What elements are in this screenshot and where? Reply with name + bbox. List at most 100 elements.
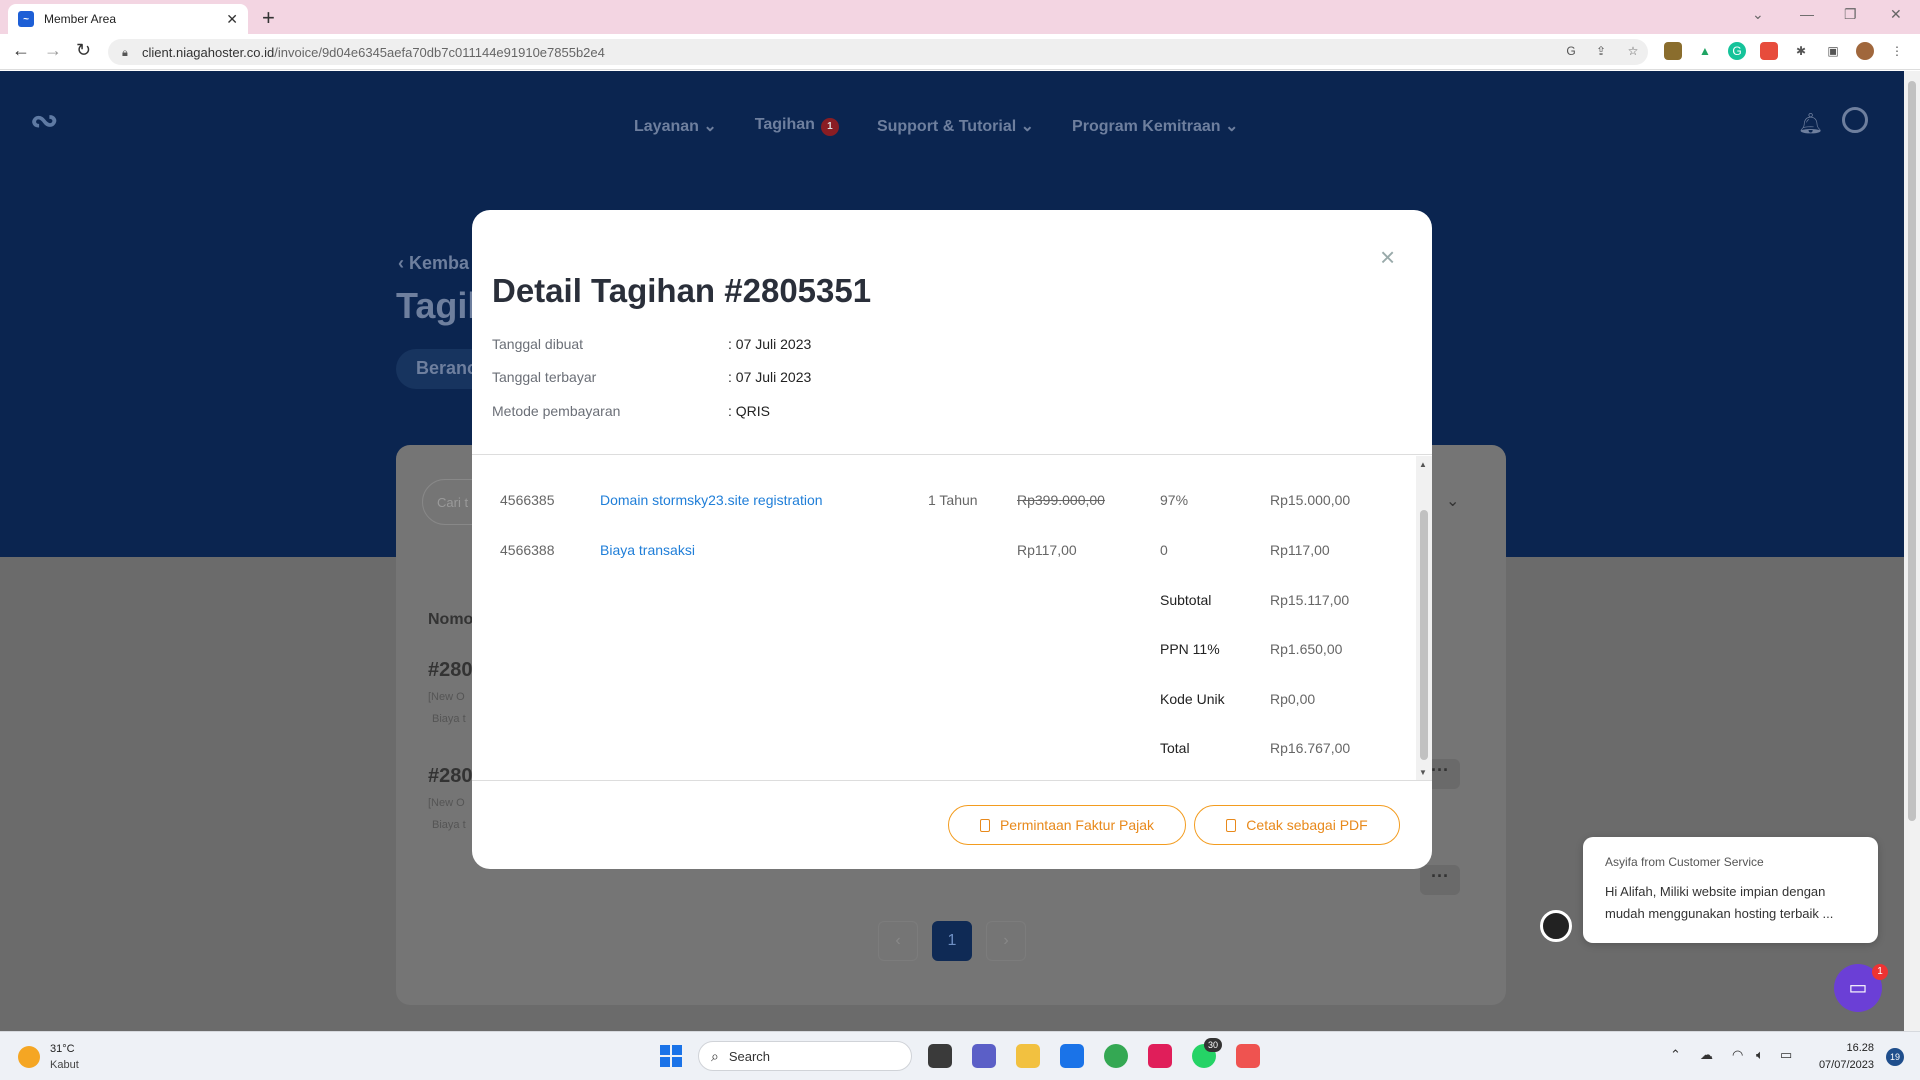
item-id: 4566388 <box>500 542 555 558</box>
site-nav: Layanan ⌄ Tagihan 1 Support & Tutorial ⌄ … <box>634 116 1238 136</box>
grammarly-icon[interactable]: G <box>1728 42 1746 60</box>
niagahoster-favicon-icon: ~ <box>18 11 34 27</box>
document-icon <box>1226 818 1237 832</box>
invoice-id[interactable]: #280 <box>428 765 473 788</box>
tax-invoice-request-button[interactable]: Permintaan Faktur Pajak <box>948 805 1186 845</box>
chevron-down-icon: ⌄ <box>703 118 717 135</box>
tab-title: Member Area <box>44 12 117 26</box>
show-hidden-icons-icon[interactable]: ⌃ <box>1670 1047 1681 1063</box>
nav-label: Layanan <box>634 118 699 135</box>
launcher-app-icon[interactable] <box>1060 1044 1084 1068</box>
onedrive-icon[interactable]: ☁ <box>1700 1047 1713 1063</box>
taskbar-search[interactable]: ⌕ Search <box>698 1041 912 1071</box>
slack-icon[interactable] <box>1148 1044 1172 1068</box>
chevron-down-icon: ⌄ <box>1020 118 1035 135</box>
close-tab-icon[interactable]: ✕ <box>226 11 238 28</box>
forward-arrow-icon[interactable]: → <box>44 40 62 61</box>
restore-button[interactable]: ❐ <box>1844 6 1857 23</box>
new-tab-button[interactable]: + <box>262 5 275 31</box>
extension-icon[interactable] <box>1664 42 1682 60</box>
browser-tab[interactable]: ~ Member Area ✕ <box>8 4 248 34</box>
next-page-button[interactable]: › <box>986 921 1026 961</box>
button-label: Permintaan Faktur Pajak <box>999 817 1155 833</box>
close-icon[interactable]: × <box>1380 242 1395 273</box>
menu-kebab-icon[interactable]: ⋮ <box>1888 42 1906 60</box>
nav-tagihan[interactable]: Tagihan 1 <box>755 116 839 136</box>
unique-code-label: Kode Unik <box>1160 691 1225 707</box>
scroll-thumb[interactable] <box>1908 81 1916 821</box>
clock-time[interactable]: 16.28 <box>1810 1042 1874 1054</box>
minimize-button[interactable]: — <box>1800 6 1814 22</box>
item-description-link[interactable]: Biaya transaksi <box>600 542 695 558</box>
back-link[interactable]: ‹ Kemba <box>398 253 469 274</box>
meta-label: Metode pembayaran <box>492 403 621 419</box>
total-value: Rp16.767,00 <box>1270 740 1351 756</box>
bell-icon[interactable]: 🔔︎ <box>1798 111 1823 136</box>
url-field[interactable]: 🔒︎ client.niagahoster.co.id/invoice/9d04… <box>108 39 1648 65</box>
search-icon: ⌕ <box>711 1047 719 1064</box>
back-arrow-icon[interactable]: ← <box>12 40 30 61</box>
meta-label: Tanggal dibuat <box>492 336 584 352</box>
niagahoster-logo[interactable]: ∾ <box>30 101 59 141</box>
weather-icon[interactable] <box>18 1046 40 1068</box>
profile-avatar[interactable] <box>1856 42 1874 60</box>
power-icon[interactable] <box>1842 107 1868 133</box>
invoice-id[interactable]: #280 <box>428 659 473 682</box>
task-view-icon[interactable] <box>928 1044 952 1068</box>
side-panel-icon[interactable]: ▣ <box>1824 42 1842 60</box>
nav-label: Tagihan <box>754 116 815 133</box>
scroll-up-arrow-icon[interactable]: ▲ <box>1419 460 1427 469</box>
clock-date[interactable]: 07/07/2023 <box>1810 1059 1874 1071</box>
close-window-button[interactable]: ✕ <box>1890 6 1902 23</box>
row-menu-icon[interactable]: ··· <box>1420 865 1460 895</box>
meta-value: : QRIS <box>728 403 771 419</box>
scroll-down-arrow-icon[interactable]: ▼ <box>1419 768 1427 777</box>
weather-temperature: 31°C <box>50 1043 75 1055</box>
extension-icon[interactable] <box>1760 42 1778 60</box>
chevron-down-icon[interactable]: ⌄ <box>1446 491 1459 511</box>
nav-kemitraan[interactable]: Program Kemitraan ⌄ <box>1072 116 1238 136</box>
item-discount: 97% <box>1160 492 1189 508</box>
notification-count[interactable]: 19 <box>1886 1048 1904 1066</box>
chat-unread-badge: 1 <box>1872 964 1888 980</box>
chrome-icon[interactable] <box>1104 1044 1128 1068</box>
page-scrollbar[interactable] <box>1904 71 1920 1031</box>
volume-icon[interactable]: 🔈︎ <box>1756 1047 1764 1063</box>
nav-support[interactable]: Support & Tutorial ⌄ <box>877 116 1034 136</box>
item-discount: 0 <box>1160 542 1168 558</box>
item-original-price: Rp399.000,00 <box>1017 492 1105 508</box>
battery-icon[interactable]: ▭ <box>1780 1047 1792 1063</box>
nav-layanan[interactable]: Layanan ⌄ <box>634 116 717 136</box>
item-amount: Rp117,00 <box>1270 542 1330 558</box>
snipping-tool-icon[interactable] <box>1236 1044 1260 1068</box>
item-original-price: Rp117,00 <box>1017 542 1077 558</box>
extensions-puzzle-icon[interactable]: ✱ <box>1792 42 1810 60</box>
button-label: Cetak sebagai PDF <box>1246 817 1368 833</box>
teams-chat-icon[interactable] <box>972 1044 996 1068</box>
tab-search-icon[interactable]: ⌄ <box>1752 6 1764 23</box>
item-description-link[interactable]: Domain stormsky23.site registration <box>600 492 823 508</box>
chat-message: Hi Alifah, Miliki website impian dengan … <box>1605 884 1834 921</box>
bookmark-star-icon[interactable]: ☆ <box>1624 42 1642 60</box>
page-number-button[interactable]: 1 <box>932 921 972 961</box>
google-icon[interactable]: G <box>1562 42 1580 60</box>
drive-icon[interactable]: ▲ <box>1696 42 1714 60</box>
invoice-desc: [New O <box>428 691 465 703</box>
total-label: Total <box>1160 740 1190 756</box>
reload-icon[interactable]: ↻ <box>76 40 91 61</box>
modal-scrollbar[interactable]: ▲ ▼ <box>1416 456 1432 780</box>
print-pdf-button[interactable]: Cetak sebagai PDF <box>1194 805 1400 845</box>
invoice-detail-modal: × Detail Tagihan #2805351 Tanggal dibuat… <box>472 210 1432 869</box>
scroll-thumb[interactable] <box>1420 510 1428 760</box>
share-icon[interactable]: ⇪ <box>1592 42 1610 60</box>
lock-icon: 🔒︎ <box>122 47 128 59</box>
prev-page-button[interactable]: ‹ <box>878 921 918 961</box>
back-label: Kemba <box>409 253 470 273</box>
address-bar-row: ← → ↻ 🔒︎ client.niagahoster.co.id/invoic… <box>0 34 1920 70</box>
start-button[interactable] <box>660 1045 682 1067</box>
file-explorer-icon[interactable] <box>1016 1044 1040 1068</box>
chat-message-preview[interactable]: Asyifa from Customer Service Hi Alifah, … <box>1583 837 1878 943</box>
invoice-desc: Biaya t <box>432 713 466 725</box>
wifi-icon[interactable]: ◠ <box>1732 1047 1743 1063</box>
invoice-desc: Biaya t <box>432 819 466 831</box>
